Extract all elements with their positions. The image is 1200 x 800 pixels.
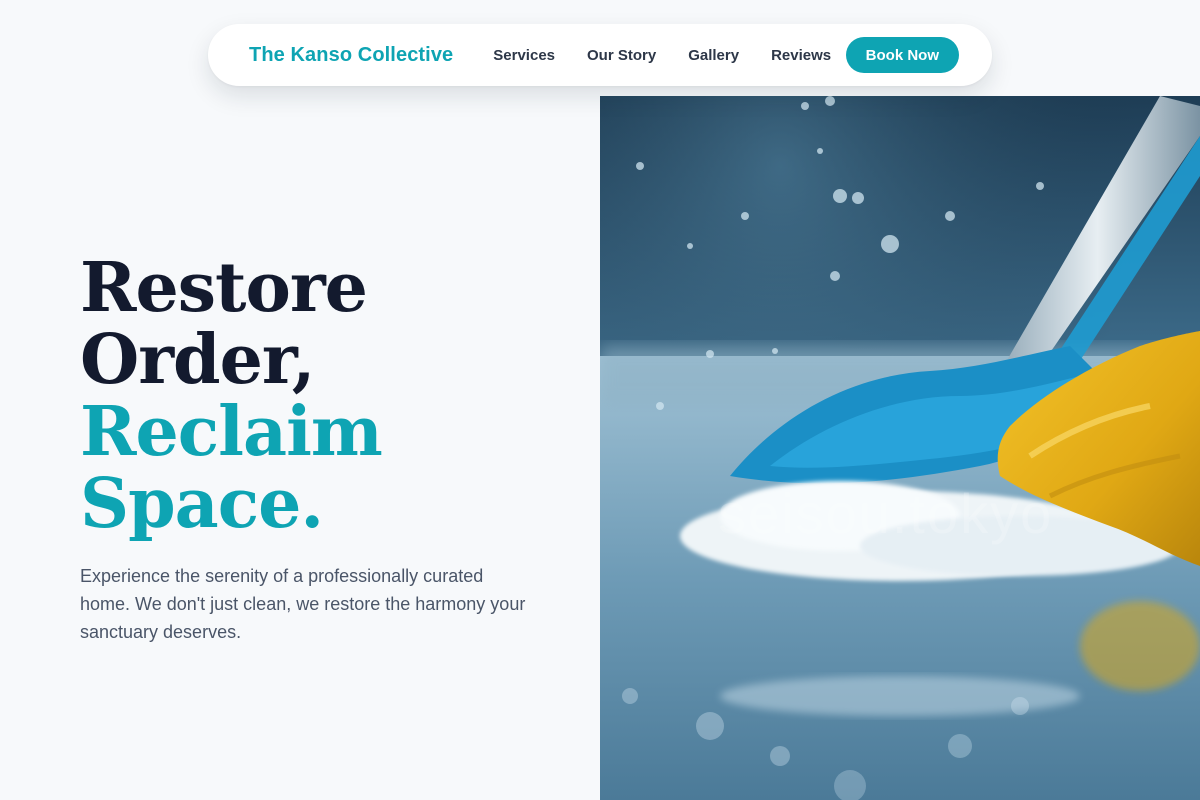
nav-link-reviews[interactable]: Reviews <box>771 47 831 64</box>
page: The Kanso Collective Services Our Story … <box>0 0 1200 800</box>
hero-title-line-1: Restore <box>80 248 368 328</box>
hero-title: Restore Order, Reclaim Space. <box>80 248 383 544</box>
nav-link-services[interactable]: Services <box>493 47 555 64</box>
brand-logo[interactable]: The Kanso Collective <box>249 44 453 67</box>
hero-title-line-4: Space. <box>80 464 324 544</box>
hero-subtitle: Experience the serenity of a professiona… <box>80 566 526 642</box>
mop-illustration <box>600 96 1200 800</box>
hero-title-line-3: Reclaim <box>80 392 383 472</box>
nav-link-our-story[interactable]: Our Story <box>587 47 656 64</box>
image-watermark: seisou.tokyo <box>718 482 1054 545</box>
hero-title-line-2: Order, <box>80 320 315 400</box>
hero-image-cleaning-mop: seisou.tokyo <box>600 96 1200 800</box>
nav-link-gallery[interactable]: Gallery <box>688 47 739 64</box>
book-now-button[interactable]: Book Now <box>845 37 959 73</box>
top-navigation: The Kanso Collective Services Our Story … <box>208 24 992 86</box>
nav-links: Services Our Story Gallery Reviews <box>493 47 831 64</box>
